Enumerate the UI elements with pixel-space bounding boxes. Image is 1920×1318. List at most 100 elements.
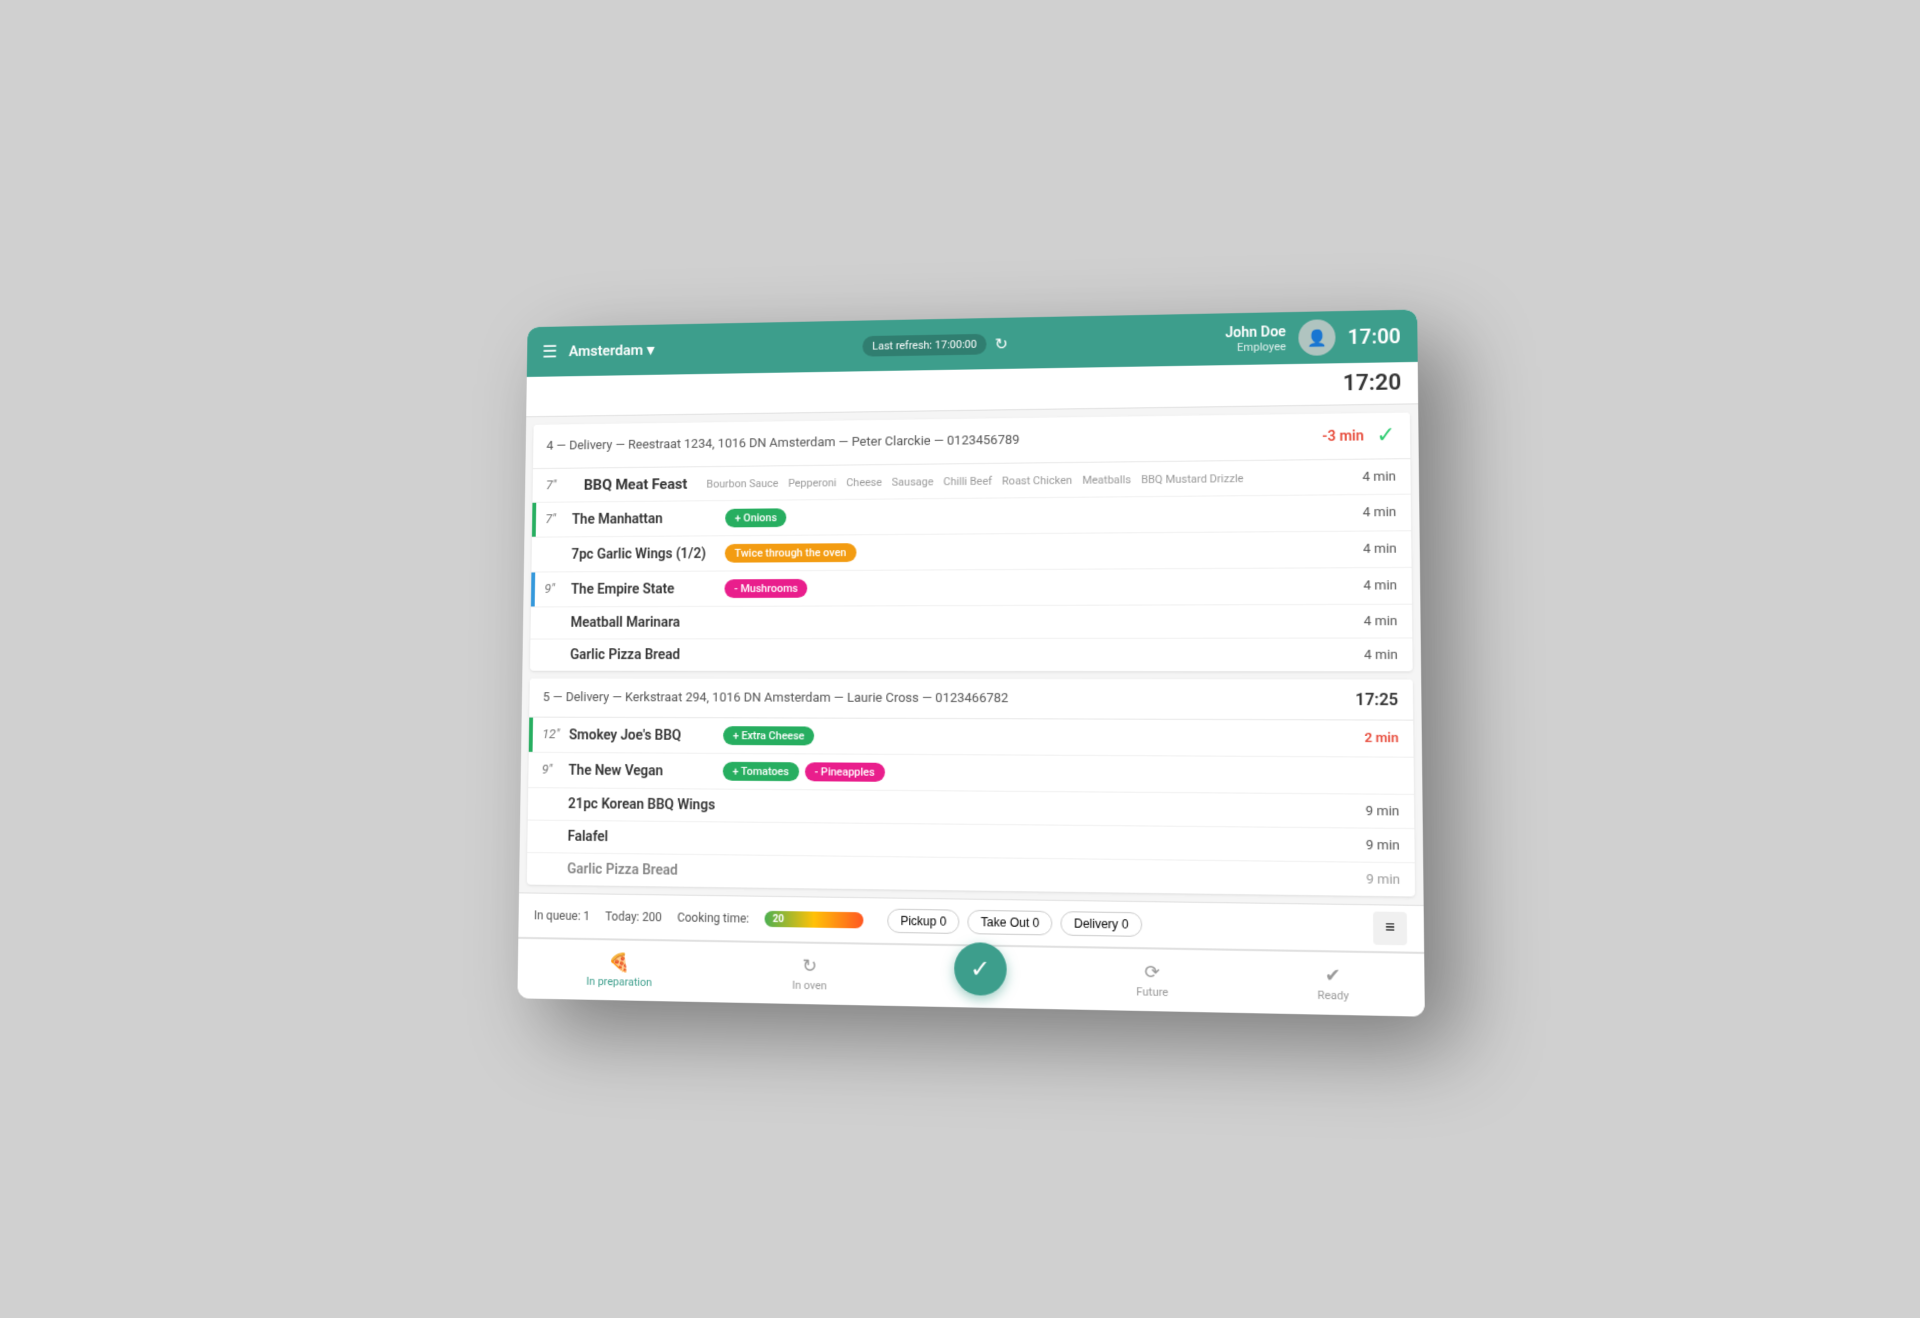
location-name: Amsterdam: [569, 341, 644, 360]
current-time: 17:20: [1343, 370, 1402, 396]
item-timer: 4 min: [1345, 613, 1397, 628]
item-size: 7": [545, 512, 572, 527]
accent-bar-green: [529, 717, 533, 751]
item-timer: 4 min: [1344, 504, 1396, 520]
header-center: Last refresh: 17:00:00 ↻: [862, 332, 1008, 355]
check-icon-1[interactable]: ✓: [1376, 422, 1395, 448]
item-name: Falafel: [567, 828, 722, 845]
item-modifiers: [724, 621, 1345, 622]
take-out-button[interactable]: Take Out 0: [968, 909, 1053, 935]
nav-in-preparation[interactable]: 🍕 In preparation: [571, 947, 668, 993]
item-name: Smokey Joe's BBQ: [569, 727, 723, 743]
item-name: Meatball Marinara: [570, 614, 724, 630]
cooking-bar: 20: [765, 910, 864, 928]
item-name: The New Vegan: [568, 762, 723, 779]
user-name: John Doe: [1225, 323, 1286, 340]
refresh-icon[interactable]: ↻: [995, 333, 1008, 352]
item-name: Garlic Pizza Bread: [567, 861, 722, 879]
item-name: 7pc Garlic Wings (1/2): [571, 545, 725, 562]
user-info: John Doe Employee: [1225, 323, 1286, 353]
in-oven-icon: ↻: [802, 955, 817, 976]
orders-container: 4 — Delivery — Reestraat 1234, 1016 DN A…: [519, 404, 1424, 905]
cooking-time-label: Cooking time:: [677, 910, 749, 925]
bbq-topping-1: Bourbon Sauce: [706, 476, 778, 489]
item-modifiers: Twice through the oven: [725, 539, 1345, 562]
nav-future-label: Future: [1136, 985, 1168, 999]
user-role: Employee: [1225, 339, 1286, 353]
filter-icon: ≡: [1385, 918, 1395, 937]
modifier-onions: + Onions: [725, 508, 787, 527]
app: ☰ Amsterdam ▾ Last refresh: 17:00:00 ↻ J…: [517, 309, 1424, 1016]
order-types: Pickup 0 Take Out 0 Delivery 0: [879, 908, 1150, 937]
refresh-badge: Last refresh: 17:00:00: [862, 333, 986, 356]
item-size: 12": [542, 727, 569, 742]
nav-in-oven-label: In oven: [792, 978, 827, 992]
chevron-down-icon: ▾: [647, 341, 654, 358]
item-empire-state: 9" The Empire State - Mushrooms 4 min: [531, 567, 1412, 607]
bbq-timer: 4 min: [1344, 468, 1396, 484]
item-timer: 4 min: [1345, 647, 1397, 662]
item-garlic-bread-1: Garlic Pizza Bread 4 min: [530, 638, 1413, 671]
device-wrapper: ☰ Amsterdam ▾ Last refresh: 17:00:00 ↻ J…: [517, 309, 1424, 1016]
item-modifiers: + Extra Cheese: [723, 726, 1346, 748]
order-time-1: -3 min: [1322, 427, 1364, 444]
filter-button[interactable]: ≡: [1373, 911, 1407, 945]
order-header-right-2: 17:25: [1355, 689, 1398, 709]
item-timer: 4 min: [1345, 541, 1397, 557]
item-modifiers: [723, 805, 1347, 810]
in-queue-label: In queue: 1: [534, 908, 590, 923]
nav-ready-label: Ready: [1317, 988, 1349, 1002]
header-right: John Doe Employee 👤 17:00: [1225, 317, 1401, 356]
nav-future[interactable]: ⟳ Future: [1120, 957, 1185, 1003]
in-preparation-icon: 🍕: [608, 952, 630, 973]
order-header-2: 5 — Delivery — Kerkstraat 294, 1016 DN A…: [529, 678, 1413, 720]
fab-complete-button[interactable]: ✓: [954, 942, 1007, 996]
modifier-twice-oven: Twice through the oven: [725, 543, 856, 563]
item-name: Garlic Pizza Bread: [570, 647, 724, 663]
modifier-pineapples: - Pineapples: [805, 762, 885, 782]
item-modifiers: [722, 838, 1347, 845]
accent-bar-blue: [531, 572, 535, 606]
item-timer: 9 min: [1347, 871, 1400, 887]
order-block-2: 5 — Delivery — Kerkstraat 294, 1016 DN A…: [527, 678, 1415, 896]
delivery-button[interactable]: Delivery 0: [1061, 911, 1142, 937]
bbq-topping-2: Pepperoni: [788, 475, 836, 488]
item-name: 21pc Korean BBQ Wings: [568, 796, 723, 813]
order-info-2: 5 — Delivery — Kerkstraat 294, 1016 DN A…: [543, 690, 1009, 706]
pickup-button[interactable]: Pickup 0: [887, 908, 959, 933]
bbq-topping-5: Chilli Beef: [943, 474, 992, 487]
item-timer: 9 min: [1347, 803, 1400, 819]
menu-icon[interactable]: ☰: [542, 341, 557, 361]
order-info-1: 4 — Delivery — Reestraat 1234, 1016 DN A…: [546, 432, 1019, 453]
nav-ready[interactable]: ✔ Ready: [1300, 960, 1366, 1007]
bbq-topping-3: Cheese: [846, 475, 882, 488]
item-timer: 9 min: [1347, 837, 1400, 853]
item-modifiers: + Onions: [725, 503, 1344, 527]
modifier-extra-cheese: + Extra Cheese: [723, 726, 814, 745]
location-selector[interactable]: Amsterdam ▾: [569, 341, 655, 360]
accent-bar-green: [532, 502, 536, 536]
ready-icon: ✔: [1325, 964, 1341, 986]
item-meatball-marinara: Meatball Marinara 4 min: [530, 604, 1412, 639]
bbq-topping-4: Sausage: [892, 474, 934, 487]
modifier-tomatoes: + Tomatoes: [723, 761, 799, 780]
header-time: 17:00: [1348, 323, 1401, 348]
item-timer-warning: 2 min: [1346, 730, 1399, 746]
item-garlic-wings: 7pc Garlic Wings (1/2) Twice through the…: [531, 531, 1411, 572]
item-size: 9": [542, 762, 569, 777]
order-block-1: 4 — Delivery — Reestraat 1234, 1016 DN A…: [530, 412, 1413, 671]
item-modifiers: - Mushrooms: [724, 576, 1345, 598]
bbq-name: BBQ Meat Feast: [584, 475, 688, 494]
bbq-topping-8: BBQ Mustard Drizzle: [1141, 471, 1244, 485]
item-smokey-joes: 12" Smokey Joe's BBQ + Extra Cheese 2 mi…: [529, 717, 1414, 757]
nav-in-oven[interactable]: ↻ In oven: [776, 951, 843, 997]
header-left: ☰ Amsterdam ▾: [542, 339, 654, 361]
order-scheduled-time-2: 17:25: [1355, 689, 1398, 709]
item-name: The Empire State: [571, 580, 725, 596]
order-header-right-1: -3 min ✓: [1322, 422, 1396, 448]
future-icon: ⟳: [1144, 961, 1160, 983]
item-size: 9": [544, 582, 571, 597]
today-label: Today: 200: [605, 909, 662, 924]
avatar: 👤: [1298, 319, 1335, 356]
bbq-topping-6: Roast Chicken: [1002, 473, 1072, 487]
